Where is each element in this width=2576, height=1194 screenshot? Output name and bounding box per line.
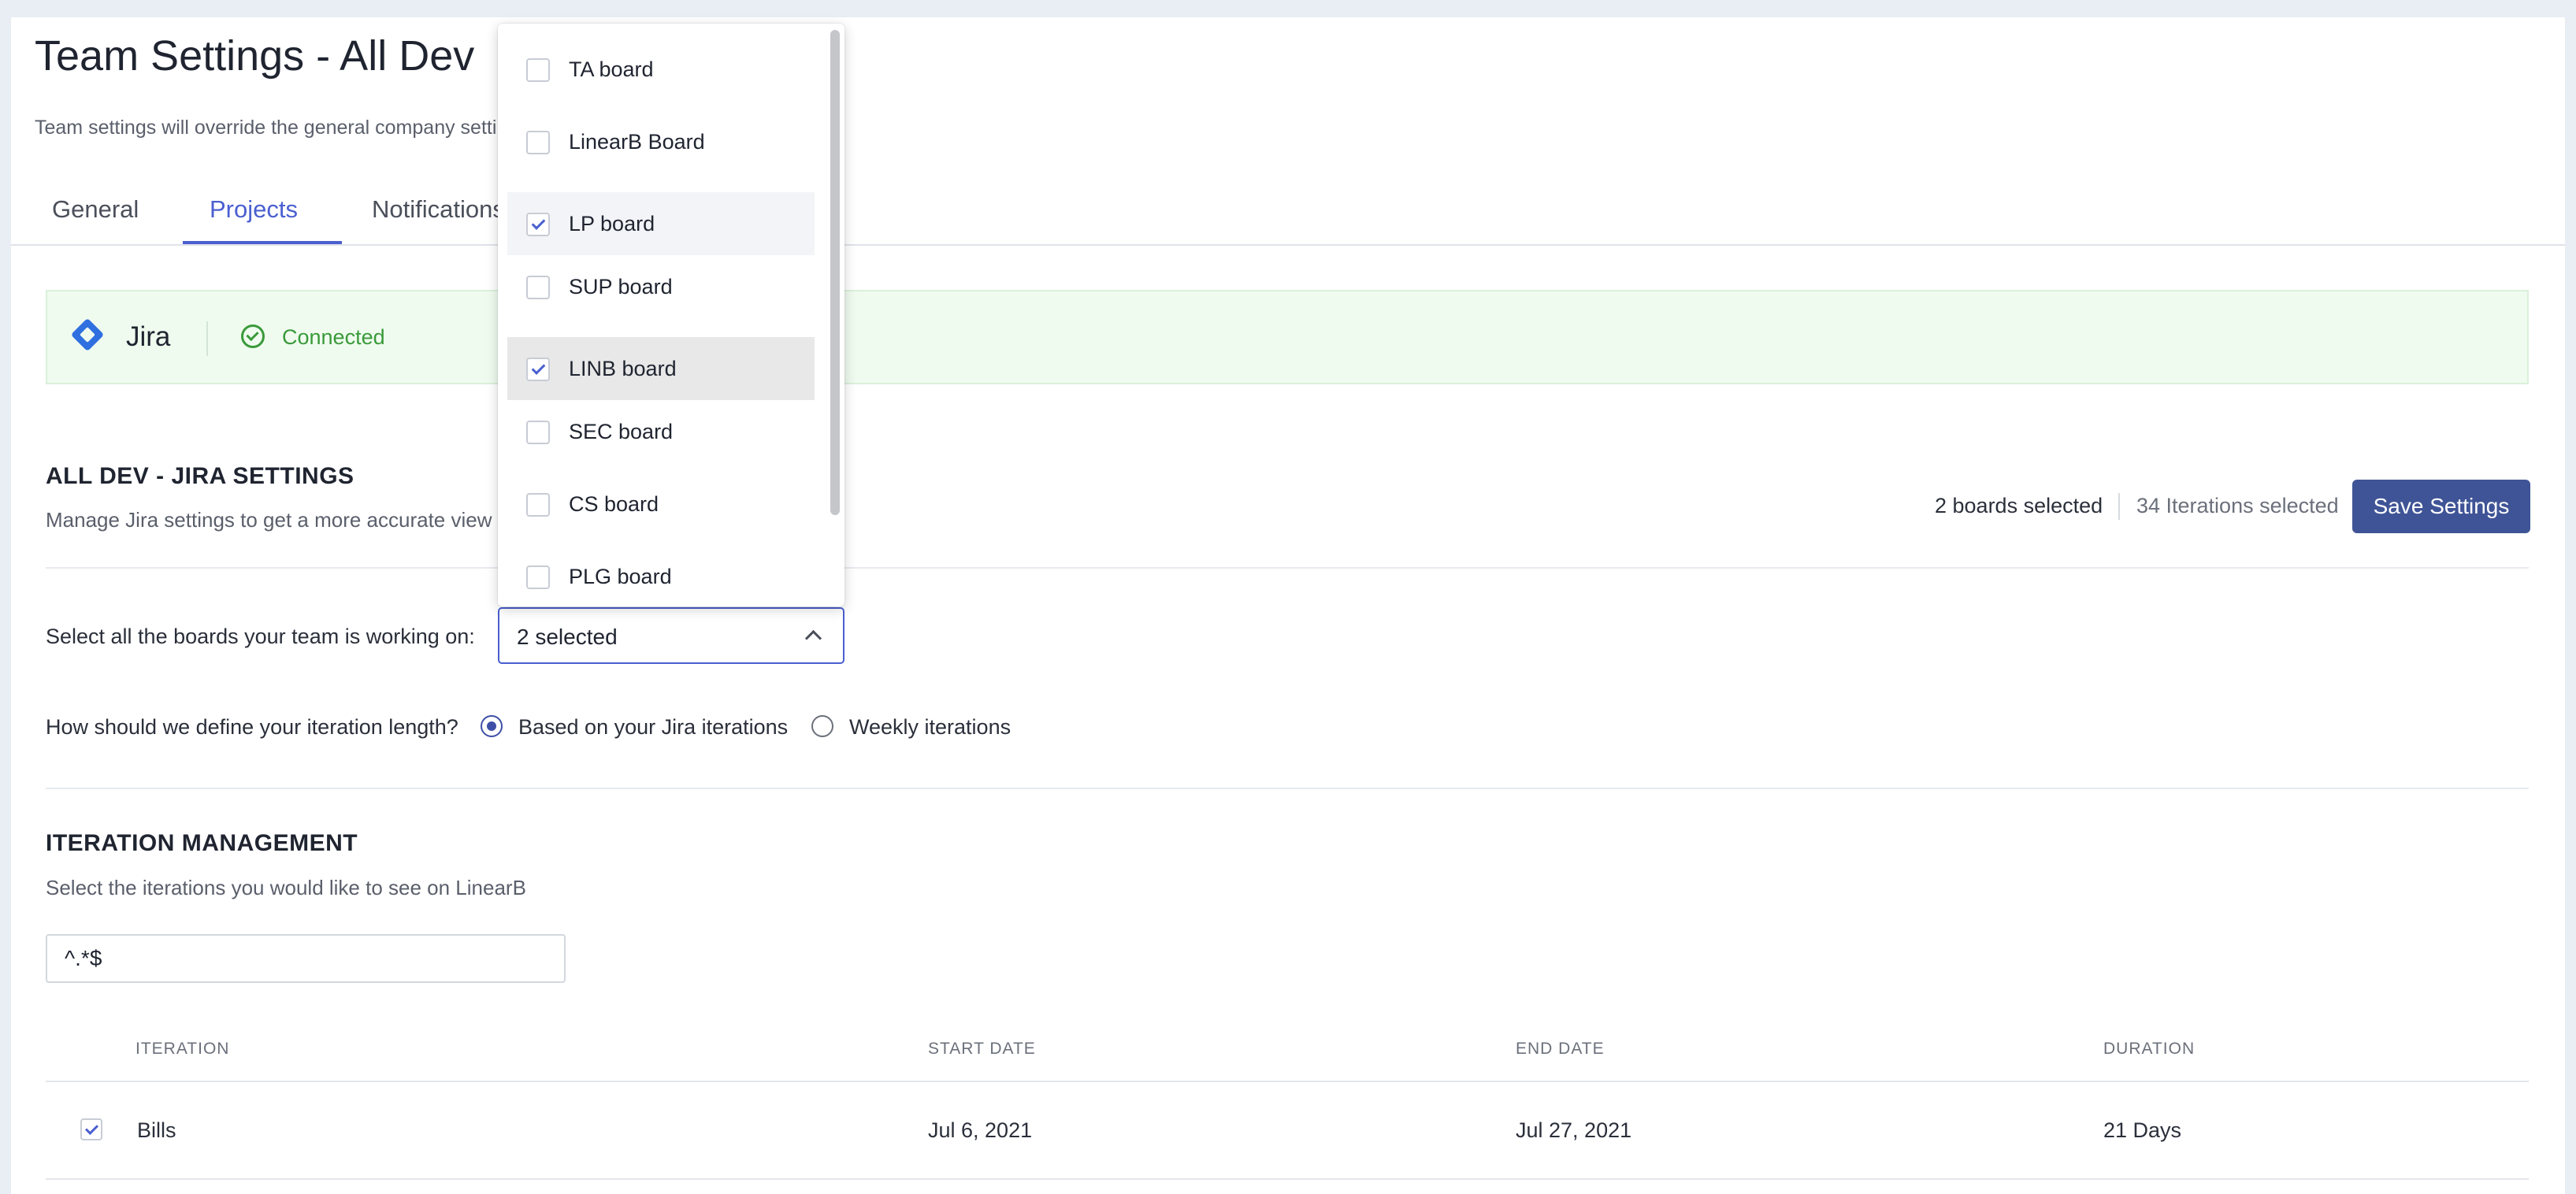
jira-settings-description: Manage Jira settings to get a more accur… xyxy=(46,508,492,532)
column-header-iteration: ITERATION xyxy=(135,1040,230,1058)
iteration-length-question: How should we define your iteration leng… xyxy=(46,715,458,739)
banner-divider xyxy=(206,321,208,356)
column-header-start-date: START DATE xyxy=(928,1040,1036,1058)
boards-dropdown-menu: TA board LinearB Board LP board SUP boar… xyxy=(498,24,844,606)
option-checkbox-checked[interactable] xyxy=(526,358,550,381)
radio-jira-iterations-label[interactable]: Based on your Jira iterations xyxy=(518,715,788,740)
tab-notifications[interactable]: Notifications xyxy=(369,195,508,224)
section-divider xyxy=(46,788,2529,789)
dropdown-option-linb-board[interactable]: LINB board xyxy=(507,337,815,400)
table-row-divider xyxy=(46,1178,2529,1180)
option-label: TA board xyxy=(569,57,654,81)
tab-bar: General Projects Notifications xyxy=(11,181,2565,246)
cell-iteration: Bills xyxy=(137,1118,176,1142)
option-checkbox[interactable] xyxy=(526,131,550,154)
dropdown-option-sup-board[interactable]: SUP board xyxy=(507,255,815,318)
boards-selected-summary: 2 boards selected xyxy=(1935,494,2103,517)
dropdown-option-lp-board[interactable]: LP board xyxy=(507,192,815,255)
row-checkbox[interactable] xyxy=(80,1118,102,1140)
dropdown-option-ta-board[interactable]: TA board xyxy=(507,38,815,101)
jira-settings-title: ALL DEV - JIRA SETTINGS xyxy=(46,463,354,489)
jira-connection-banner: Jira Connected xyxy=(46,290,2529,384)
option-label: CS board xyxy=(569,492,659,516)
option-checkbox[interactable] xyxy=(526,276,550,299)
option-checkbox[interactable] xyxy=(526,58,550,82)
summary-divider xyxy=(2118,493,2120,520)
option-label: SUP board xyxy=(569,275,673,298)
chevron-up-icon xyxy=(804,629,822,647)
option-label: PLG board xyxy=(569,565,672,588)
option-checkbox[interactable] xyxy=(526,493,550,517)
iterations-selected-summary: 34 Iterations selected xyxy=(2136,494,2339,517)
save-settings-button[interactable]: Save Settings xyxy=(2352,480,2530,533)
boards-select[interactable]: 2 selected xyxy=(498,607,844,664)
dropdown-scrollbar-thumb[interactable] xyxy=(830,30,840,515)
section-divider xyxy=(46,567,2529,569)
cell-start-date: Jul 6, 2021 xyxy=(928,1118,1033,1142)
option-label: LinearB Board xyxy=(569,130,705,154)
column-header-duration: DURATION xyxy=(2103,1040,2196,1058)
jira-logo-icon xyxy=(70,317,105,352)
dropdown-option-plg-board[interactable]: PLG board xyxy=(507,545,815,606)
iteration-management-title: ITERATION MANAGEMENT xyxy=(46,830,358,856)
option-checkbox[interactable] xyxy=(526,565,550,589)
radio-jira-iterations[interactable] xyxy=(481,715,503,737)
cell-end-date: Jul 27, 2021 xyxy=(1516,1118,1632,1142)
iteration-management-description: Select the iterations you would like to … xyxy=(46,876,526,899)
dropdown-option-cs-board[interactable]: CS board xyxy=(507,473,815,536)
page-subtitle: Team settings will override the general … xyxy=(35,117,529,139)
integration-name: Jira xyxy=(126,321,171,352)
option-label: SEC board xyxy=(569,420,674,443)
option-label: LP board xyxy=(569,212,655,235)
iteration-filter-input[interactable] xyxy=(46,934,566,983)
cell-duration: 21 Days xyxy=(2103,1118,2182,1142)
dropdown-option-linearb-board[interactable]: LinearB Board xyxy=(507,110,815,173)
boards-select-label: Select all the boards your team is worki… xyxy=(46,625,475,648)
page-title: Team Settings - All Dev xyxy=(35,32,475,80)
check-circle-icon xyxy=(241,324,265,348)
option-checkbox[interactable] xyxy=(526,421,550,444)
tab-projects[interactable]: Projects xyxy=(206,195,301,224)
table-header-divider xyxy=(46,1081,2529,1082)
radio-weekly-iterations[interactable] xyxy=(811,715,833,737)
boards-select-value: 2 selected xyxy=(517,625,618,649)
radio-weekly-iterations-label[interactable]: Weekly iterations xyxy=(849,715,1011,740)
option-label: LINB board xyxy=(569,357,677,380)
column-header-end-date: END DATE xyxy=(1516,1040,1605,1058)
connection-status: Connected xyxy=(282,325,385,349)
active-tab-indicator xyxy=(183,241,342,244)
dropdown-option-sec-board[interactable]: SEC board xyxy=(507,400,815,463)
tab-general[interactable]: General xyxy=(49,195,142,224)
option-checkbox-checked[interactable] xyxy=(526,213,550,236)
